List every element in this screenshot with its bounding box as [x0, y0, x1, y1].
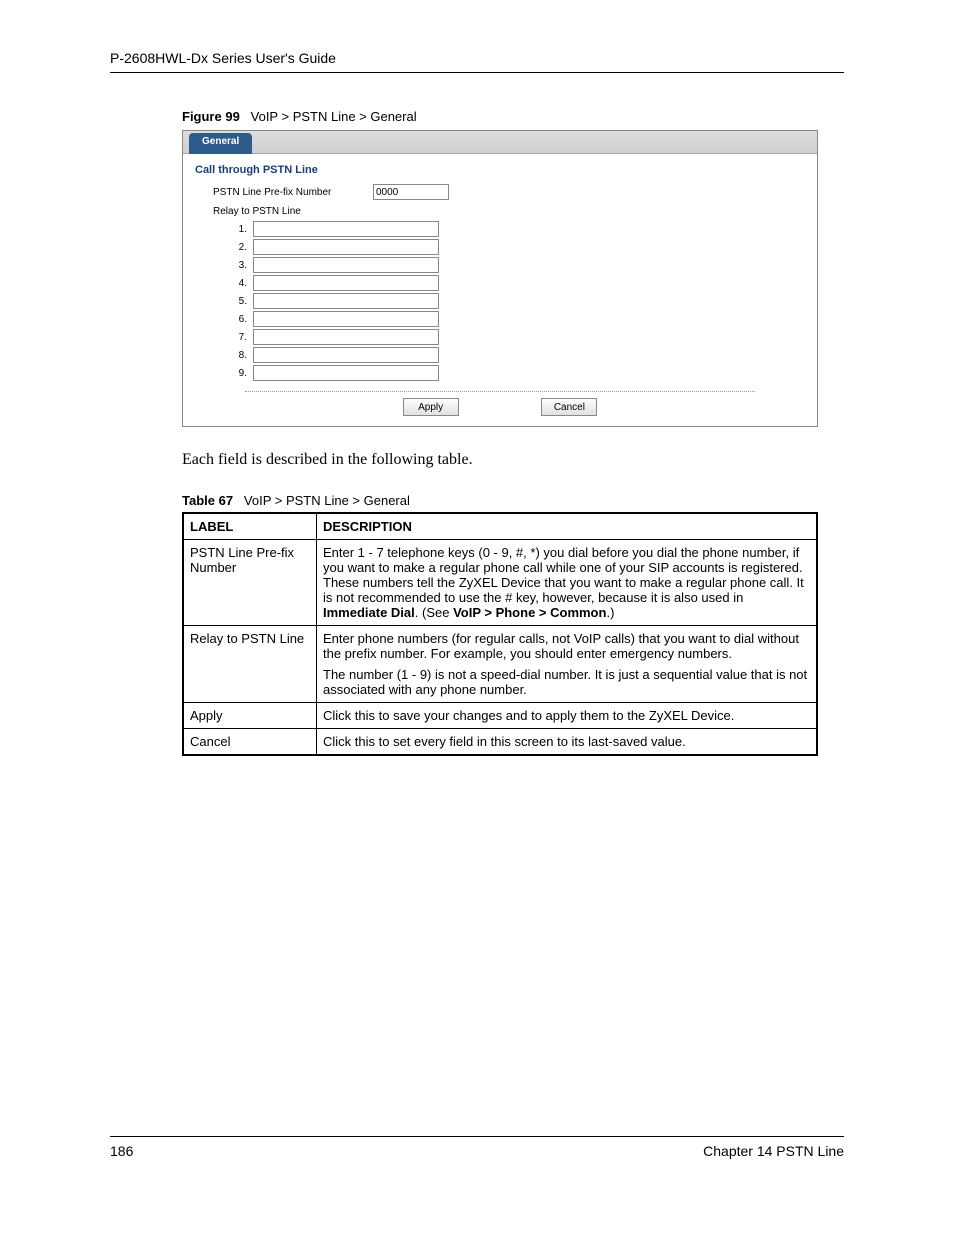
relay-row-number: 4.: [233, 278, 247, 289]
relay-input[interactable]: [253, 311, 439, 327]
apply-button[interactable]: Apply: [403, 398, 459, 416]
relay-label: Relay to PSTN Line: [213, 206, 805, 217]
cell-label: Cancel: [183, 729, 317, 756]
page-footer: 186 Chapter 14 PSTN Line: [110, 1136, 844, 1159]
relay-row-number: 7.: [233, 332, 247, 343]
table-row: Cancel Click this to set every field in …: [183, 729, 817, 756]
relay-row-number: 9.: [233, 368, 247, 379]
text: . (See: [415, 605, 453, 620]
relay-input[interactable]: [253, 347, 439, 363]
bold-text: VoIP > Phone > Common: [453, 605, 606, 620]
table-path: VoIP > PSTN Line > General: [244, 493, 410, 508]
relay-input[interactable]: [253, 239, 439, 255]
chapter-label: Chapter 14 PSTN Line: [703, 1143, 844, 1159]
relay-row-number: 6.: [233, 314, 247, 325]
text: Click this to set every field in this sc…: [323, 734, 810, 749]
page-number: 186: [110, 1143, 133, 1159]
relay-list: 1. 2. 3. 4. 5. 6. 7. 8. 9.: [233, 221, 805, 381]
cell-label: Apply: [183, 703, 317, 729]
relay-row: 2.: [233, 239, 805, 255]
relay-row: 5.: [233, 293, 805, 309]
relay-input[interactable]: [253, 257, 439, 273]
figure-caption: Figure 99 VoIP > PSTN Line > General: [182, 109, 844, 124]
cancel-button[interactable]: Cancel: [541, 398, 597, 416]
text: The number (1 - 9) is not a speed-dial n…: [323, 667, 810, 697]
relay-row: 4.: [233, 275, 805, 291]
relay-row: 8.: [233, 347, 805, 363]
section-title: Call through PSTN Line: [195, 164, 805, 176]
relay-input[interactable]: [253, 275, 439, 291]
figure-path: VoIP > PSTN Line > General: [251, 109, 417, 124]
prefix-label: PSTN Line Pre-fix Number: [213, 187, 373, 198]
th-description: DESCRIPTION: [317, 513, 818, 540]
intro-paragraph: Each field is described in the following…: [182, 451, 844, 469]
relay-row-number: 1.: [233, 224, 247, 235]
relay-input[interactable]: [253, 221, 439, 237]
cell-desc: Click this to set every field in this sc…: [317, 729, 818, 756]
figure-label: Figure 99: [182, 109, 240, 124]
cell-desc: Click this to save your changes and to a…: [317, 703, 818, 729]
table-label: Table 67: [182, 493, 233, 508]
table-row: PSTN Line Pre-fix Number Enter 1 - 7 tel…: [183, 540, 817, 626]
relay-row: 7.: [233, 329, 805, 345]
cell-desc: Enter 1 - 7 telephone keys (0 - 9, #, *)…: [317, 540, 818, 626]
tab-general[interactable]: General: [189, 133, 252, 154]
relay-row-number: 5.: [233, 296, 247, 307]
text: .): [606, 605, 614, 620]
table-row: Apply Click this to save your changes an…: [183, 703, 817, 729]
text: Enter 1 - 7 telephone keys (0 - 9, #, *)…: [323, 545, 804, 605]
table-caption: Table 67 VoIP > PSTN Line > General: [182, 493, 844, 508]
relay-row: 1.: [233, 221, 805, 237]
router-screenshot: General Call through PSTN Line PSTN Line…: [182, 130, 818, 427]
bold-text: Immediate Dial: [323, 605, 415, 620]
separator: [245, 391, 755, 392]
cell-desc: Enter phone numbers (for regular calls, …: [317, 626, 818, 703]
table-row: Relay to PSTN Line Enter phone numbers (…: [183, 626, 817, 703]
relay-row-number: 8.: [233, 350, 247, 361]
relay-row-number: 2.: [233, 242, 247, 253]
tab-bar: General: [183, 131, 817, 154]
relay-row: 3.: [233, 257, 805, 273]
text: Click this to save your changes and to a…: [323, 708, 810, 723]
th-label: LABEL: [183, 513, 317, 540]
relay-input[interactable]: [253, 329, 439, 345]
relay-input[interactable]: [253, 365, 439, 381]
text: Enter phone numbers (for regular calls, …: [323, 631, 810, 661]
prefix-input[interactable]: [373, 184, 449, 200]
relay-row: 6.: [233, 311, 805, 327]
doc-header: P-2608HWL-Dx Series User's Guide: [110, 50, 844, 73]
cell-label: PSTN Line Pre-fix Number: [183, 540, 317, 626]
relay-input[interactable]: [253, 293, 439, 309]
relay-row: 9.: [233, 365, 805, 381]
relay-row-number: 3.: [233, 260, 247, 271]
description-table: LABEL DESCRIPTION PSTN Line Pre-fix Numb…: [182, 512, 818, 756]
cell-label: Relay to PSTN Line: [183, 626, 317, 703]
